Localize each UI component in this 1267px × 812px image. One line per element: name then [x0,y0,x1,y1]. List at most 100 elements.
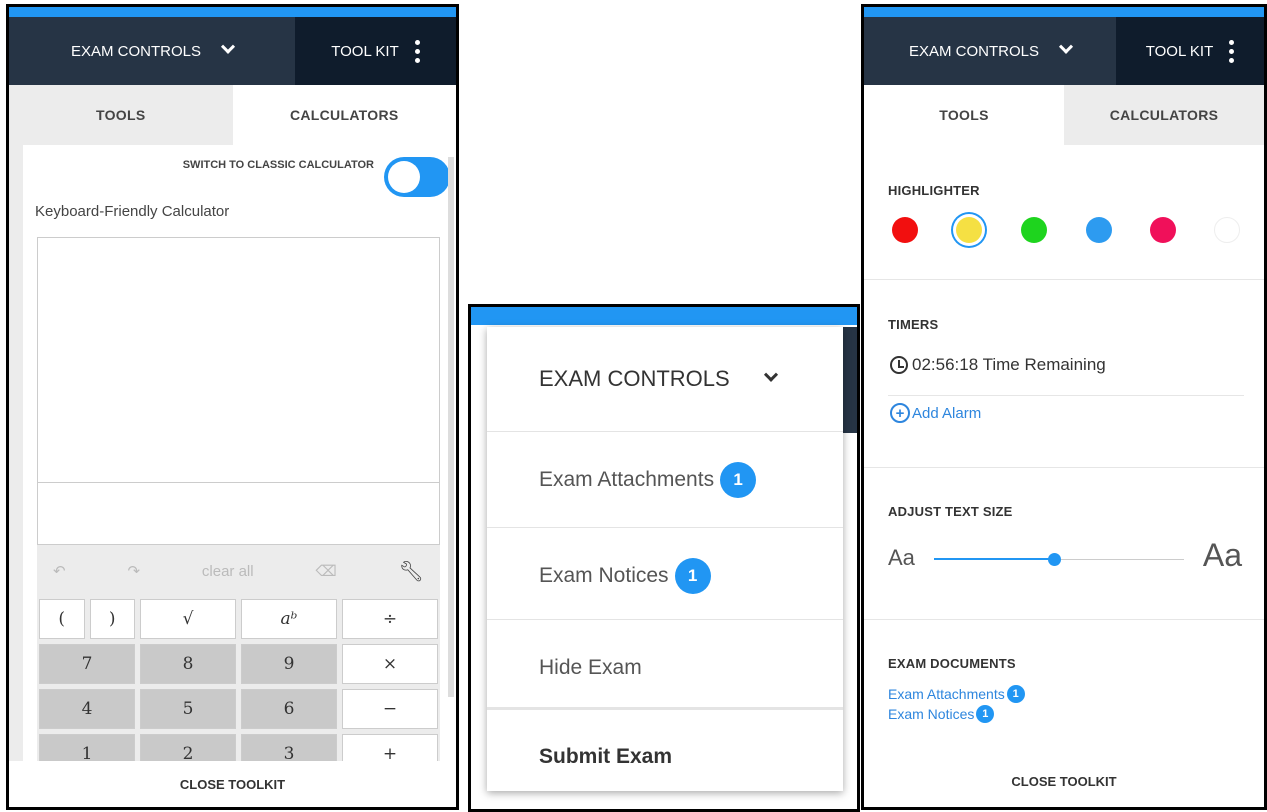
text-size-slider-handle[interactable] [1048,553,1061,566]
add-alarm-link[interactable]: + Add Alarm [890,403,981,423]
timers-title: TIMERS [888,317,939,332]
accent-bar [864,7,1264,17]
open-paren-key[interactable]: ( [39,599,85,639]
tab-calculators[interactable]: CALCULATORS [232,85,456,145]
key-8[interactable]: 8 [140,644,236,684]
toolkit-tabs: TOOLS CALCULATORS [864,85,1264,145]
menu-item-exam-attachments[interactable]: Exam Attachments 1 [487,431,843,527]
menu-item-label: Exam Notices [539,563,669,587]
menu-item-label: Exam Attachments [539,467,715,491]
highlighter-yellow-swatch[interactable] [956,217,982,243]
exam-controls-menu: EXAM CONTROLS Exam Attachments 1 Exam No… [487,327,843,791]
text-size-small-label: Aa [888,545,915,570]
clear-all-button[interactable]: clear all [202,563,254,580]
toggle-knob [388,161,420,193]
key-6[interactable]: 6 [241,689,337,729]
kebab-menu-icon [414,39,420,63]
highlighter-white-swatch[interactable] [1214,217,1240,243]
accent-bar [471,307,857,325]
tool-kit-button[interactable]: TOOL KIT [295,17,456,85]
exam-notices-link[interactable]: Exam Notices 1 [888,705,995,723]
count-badge: 1 [1006,685,1025,703]
chevron-down-icon [220,39,236,54]
sqrt-key[interactable]: √ [140,599,236,639]
classic-calculator-toggle[interactable] [384,157,450,197]
highlighter-red-swatch[interactable] [892,217,918,243]
key-7[interactable]: 7 [39,644,135,684]
count-badge: 1 [674,557,711,594]
close-toolkit-button[interactable]: CLOSE TOOLKIT [9,761,456,807]
backspace-icon[interactable]: ⌫ [315,562,336,580]
exam-controls-label: EXAM CONTROLS [70,42,202,60]
undo-icon[interactable]: ↶ [53,562,66,580]
text-size-title: ADJUST TEXT SIZE [888,504,1013,519]
menu-item-submit-exam[interactable]: Submit Exam [487,707,843,803]
exam-attachments-link[interactable]: Exam Attachments 1 [888,685,1025,703]
close-paren-key[interactable]: ) [89,599,135,639]
calculator-body: SWITCH TO CLASSIC CALCULATOR Keyboard-Fr… [9,145,456,763]
close-toolkit-button[interactable]: CLOSE TOOLKIT [864,755,1264,807]
plus-key[interactable]: + [342,734,438,763]
menu-item-label: Submit Exam [539,744,673,768]
menu-title: EXAM CONTROLS [539,366,730,391]
tools-toolkit-panel: EXAM CONTROLS TOOL KIT TOOLS CALCULATORS… [861,4,1267,810]
redo-icon[interactable]: ↷ [127,562,140,580]
menu-item-exam-notices[interactable]: Exam Notices 1 [487,527,843,623]
exam-documents-title: EXAM DOCUMENTS [888,656,1016,671]
key-9[interactable]: 9 [241,644,337,684]
timer-icon [890,356,908,374]
count-badge: 1 [720,461,757,498]
paren-keys: ( ) [39,599,135,639]
exam-controls-button[interactable]: EXAM CONTROLS [864,17,1116,85]
highlighter-title: HIGHLIGHTER [888,183,980,198]
tab-calculators[interactable]: CALCULATORS [1064,85,1264,145]
switch-classic-label: SWITCH TO CLASSIC CALCULATOR [182,159,374,171]
divide-key[interactable]: ÷ [342,599,438,639]
minus-key[interactable]: − [342,689,438,729]
multiply-key[interactable]: × [342,644,438,684]
divider [864,467,1264,468]
display-divider [38,482,439,483]
divider [888,395,1244,396]
menu-item-hide-exam[interactable]: Hide Exam [487,619,843,715]
tab-tools[interactable]: TOOLS [9,85,233,145]
text-size-slider-fill [934,558,1054,560]
calculator-display[interactable] [37,237,440,545]
toolkit-tabs: TOOLS CALCULATORS [9,85,456,145]
key-3[interactable]: 3 [241,734,337,763]
link-label: Exam Notices [888,706,975,722]
exam-controls-menu-header[interactable]: EXAM CONTROLS [487,327,843,431]
link-label: Exam Attachments [888,686,1005,702]
tool-kit-label: TOOL KIT [331,42,399,60]
key-5[interactable]: 5 [140,689,236,729]
calculator-toolbar: ↶ ↷ clear all ⌫ 🔧︎ [37,545,440,597]
wrench-icon[interactable]: 🔧︎ [399,559,424,584]
exam-controls-button[interactable]: EXAM CONTROLS [9,17,295,85]
text-size-large-label: Aa [1202,537,1242,573]
calculator-toolkit-panel: EXAM CONTROLS TOOL KIT TOOLS CALCULATORS… [6,4,459,810]
power-key[interactable]: aᵇ [241,599,337,639]
chevron-down-icon [1058,39,1074,54]
chevron-down-icon [763,367,778,382]
highlighter-green-swatch[interactable] [1021,217,1047,243]
calculator-keypad: ( ) √ aᵇ ÷ 7 8 9 × 4 5 6 − 1 2 3 + [37,597,440,763]
add-alarm-label: Add Alarm [912,404,982,422]
key-4[interactable]: 4 [39,689,135,729]
kebab-menu-icon [1229,39,1235,63]
add-alarm-icon: + [890,403,910,423]
highlighter-pink-swatch[interactable] [1150,217,1176,243]
tool-kit-label: TOOL KIT [1145,42,1214,60]
tab-tools[interactable]: TOOLS [864,85,1064,145]
exam-controls-label: EXAM CONTROLS [908,42,1040,60]
toolkit-header: EXAM CONTROLS TOOL KIT [9,17,456,85]
scrollbar[interactable] [448,157,454,697]
toolkit-header: EXAM CONTROLS TOOL KIT [864,17,1264,85]
calculator-title: Keyboard-Friendly Calculator [35,203,230,220]
key-1[interactable]: 1 [39,734,135,763]
tool-kit-button[interactable]: TOOL KIT [1116,17,1264,85]
highlighter-blue-swatch[interactable] [1086,217,1112,243]
accent-bar [9,7,456,17]
divider [864,279,1264,280]
key-2[interactable]: 2 [140,734,236,763]
divider [864,619,1264,620]
